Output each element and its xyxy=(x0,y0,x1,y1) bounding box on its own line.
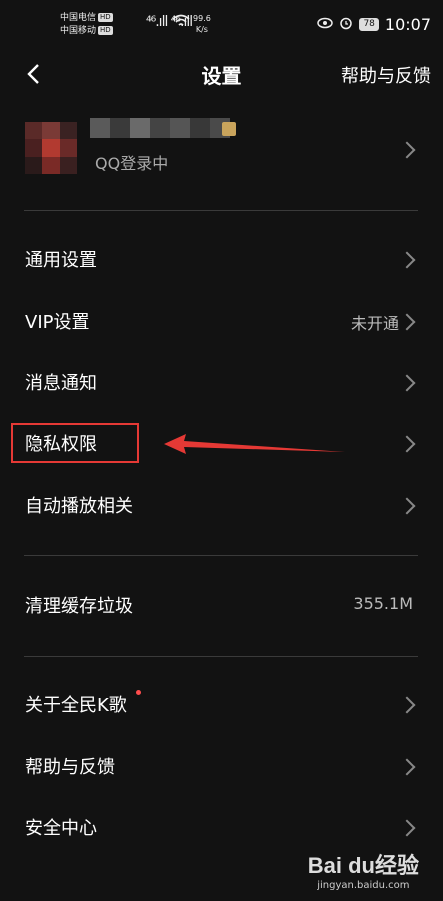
menu-label: 帮助与反馈 xyxy=(25,757,115,778)
chevron-right-icon xyxy=(398,758,416,776)
alarm-icon xyxy=(339,16,353,34)
menu-label: 消息通知 xyxy=(25,373,97,394)
chevron-right-icon xyxy=(398,374,416,392)
cache-size-value: 355.1M xyxy=(353,594,413,613)
menu-label: 通用设置 xyxy=(25,250,97,271)
menu-label: 自动播放相关 xyxy=(25,496,133,517)
nickname-blurred xyxy=(90,118,230,138)
chevron-right-icon xyxy=(398,435,416,453)
menu-label: 清理缓存垃圾 xyxy=(25,596,133,617)
eye-icon xyxy=(317,17,334,33)
chevron-right-icon xyxy=(398,497,416,515)
menu-notifications[interactable]: 消息通知 xyxy=(0,357,443,409)
menu-vip-settings[interactable]: VIP设置 未开通 xyxy=(0,296,443,348)
chevron-right-icon xyxy=(398,696,416,714)
wifi-icon xyxy=(172,13,190,32)
menu-label: VIP设置 xyxy=(25,312,90,333)
status-right: 78 10:07 xyxy=(317,15,431,34)
menu-security-center[interactable]: 安全中心 xyxy=(0,802,443,854)
network-speed: 99.6 K/s xyxy=(193,14,211,34)
baidu-watermark: Bai du经验 jingyan.baidu.com xyxy=(308,848,419,891)
avatar xyxy=(25,122,77,174)
login-status: QQ登录中 xyxy=(95,154,169,173)
vip-status-value: 未开通 xyxy=(350,314,399,333)
nav-bar: 设置 帮助与反馈 xyxy=(0,52,443,98)
menu-general-settings[interactable]: 通用设置 xyxy=(0,234,443,286)
divider xyxy=(24,210,418,211)
chevron-right-icon xyxy=(398,819,416,837)
vip-badge-icon xyxy=(222,122,236,136)
clock: 10:07 xyxy=(384,15,431,34)
status-bar: 中国电信 HD 中国移动 HD ⁴⁶.ıll ⁴⁶.ıll 99.6 K/s 78 … xyxy=(0,0,443,52)
chevron-right-icon xyxy=(398,141,416,159)
help-feedback-link[interactable]: 帮助与反馈 xyxy=(341,62,431,88)
watermark-logo: Bai du经验 xyxy=(307,853,419,878)
menu-label: 关于全民K歌 xyxy=(25,695,127,716)
battery-icon: 78 xyxy=(359,18,379,31)
menu-clear-cache[interactable]: 清理缓存垃圾 355.1M xyxy=(0,580,443,632)
hd-badge: HD xyxy=(98,13,113,22)
highlight-box xyxy=(11,423,139,463)
carrier-info: 中国电信 HD 中国移动 HD xyxy=(60,12,113,38)
menu-about[interactable]: 关于全民K歌 xyxy=(0,679,443,731)
hd-badge: HD xyxy=(98,26,113,35)
chevron-right-icon xyxy=(398,251,416,269)
menu-label: 安全中心 xyxy=(25,818,97,839)
menu-autoplay[interactable]: 自动播放相关 xyxy=(0,480,443,532)
divider xyxy=(24,656,418,657)
annotation-arrow-icon xyxy=(160,428,350,462)
carrier-1: 中国电信 xyxy=(60,13,97,23)
divider xyxy=(24,555,418,556)
carrier-2: 中国移动 xyxy=(60,26,97,36)
new-dot-badge xyxy=(136,690,141,695)
menu-help-feedback[interactable]: 帮助与反馈 xyxy=(0,741,443,793)
watermark-url: jingyan.baidu.com xyxy=(317,880,410,891)
chevron-right-icon xyxy=(398,313,416,331)
profile-row[interactable]: QQ登录中 xyxy=(0,110,443,190)
